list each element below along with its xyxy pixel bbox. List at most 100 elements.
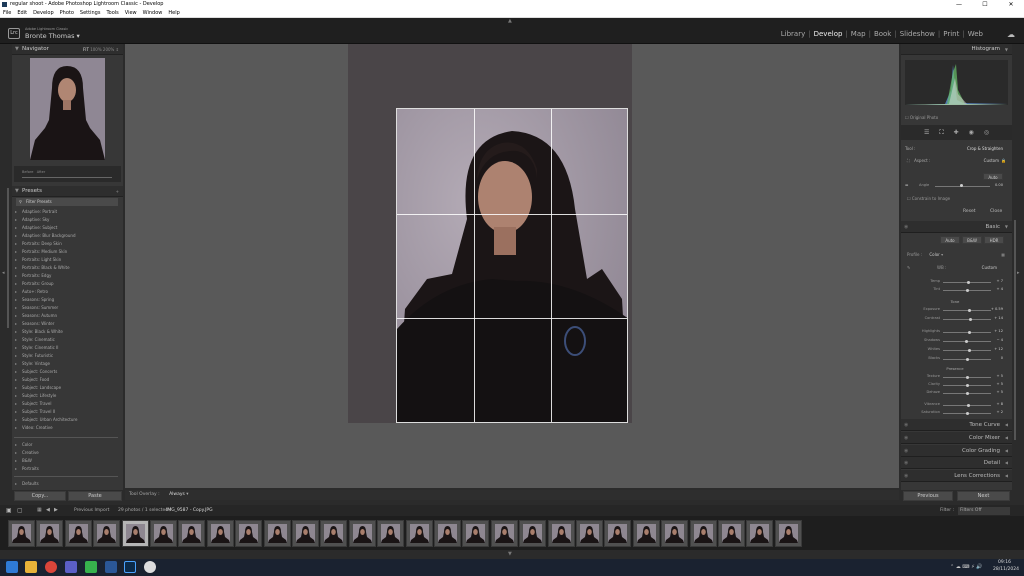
preset-group-item[interactable]: Portraits: Group	[14, 280, 118, 288]
zoom-more-icon[interactable]: ⇕	[116, 47, 119, 52]
cloud-sync-icon[interactable]: ☁	[1007, 30, 1015, 39]
filmstrip-thumbnail[interactable]	[178, 520, 206, 547]
filmstrip-thumbnail[interactable]	[490, 520, 518, 547]
highlights-slider-knob[interactable]	[968, 330, 972, 334]
menu-photo[interactable]: Photo	[60, 9, 74, 17]
preset-group-item[interactable]: Style: Cinematic	[14, 336, 118, 344]
filmstrip-thumbnail[interactable]	[632, 520, 660, 547]
previous-button[interactable]: Previous	[903, 491, 953, 501]
collapse-top-icon[interactable]: ▲	[508, 18, 512, 24]
basic-header[interactable]: ◉ Basic ▼	[901, 221, 1012, 233]
tool-overlay-select[interactable]: Always	[169, 492, 185, 497]
filmstrip-thumbnail[interactable]	[121, 520, 149, 547]
angle-slider-knob[interactable]	[960, 184, 963, 187]
app-icon[interactable]	[144, 561, 156, 573]
shadows-slider-knob[interactable]	[964, 339, 968, 343]
filmstrip-thumbnail[interactable]	[263, 520, 291, 547]
healing-icon[interactable]: ✚	[954, 125, 959, 140]
preset-group-item[interactable]: Seasons: Autumn	[14, 312, 118, 320]
zoom-fit[interactable]: FIT	[83, 47, 89, 52]
preset-group-item[interactable]: Portraits: Edgy	[14, 272, 118, 280]
texture-value[interactable]: + 5	[997, 374, 1003, 378]
user-name[interactable]: Bronte Thomas ▾	[25, 32, 80, 40]
presets-header[interactable]: ▼ Presets +	[12, 186, 123, 197]
exposure-value[interactable]: + 0.59	[991, 307, 1003, 311]
filmstrip-thumbnail[interactable]	[689, 520, 717, 547]
module-book[interactable]: Book	[874, 30, 891, 38]
vibrance-slider-knob[interactable]	[967, 403, 971, 407]
preset-group-item[interactable]: B&W	[14, 457, 118, 465]
menu-settings[interactable]: Settings	[80, 9, 101, 17]
menu-develop[interactable]: Develop	[33, 9, 54, 17]
lock-icon[interactable]: 🔒	[1001, 158, 1006, 163]
preset-group-item[interactable]: Adaptive: Portrait	[14, 208, 118, 216]
preset-group-item[interactable]: Video: Creative	[14, 424, 118, 432]
preset-group-item[interactable]: Subject: Travel	[14, 400, 118, 408]
preset-group-item[interactable]: Subject: Landscape	[14, 384, 118, 392]
whites-value[interactable]: + 12	[994, 347, 1003, 351]
filmstrip-thumbnail[interactable]	[718, 520, 745, 547]
tint-slider-knob[interactable]	[966, 288, 970, 292]
eye-icon[interactable]: ◉	[904, 470, 908, 482]
vibrance-value[interactable]: + 8	[997, 402, 1003, 406]
filmstrip-thumbnail[interactable]	[604, 520, 632, 547]
module-develop[interactable]: Develop	[814, 30, 843, 38]
panel-header-detail[interactable]: ◉ Detail ◀	[901, 457, 1012, 470]
module-web[interactable]: Web	[968, 30, 983, 38]
clock-date[interactable]: 28/11/2024	[993, 567, 1019, 572]
filmstrip-thumbnail[interactable]	[8, 520, 35, 547]
zoom-100[interactable]: 100%	[90, 47, 101, 52]
menu-file[interactable]: File	[3, 9, 11, 17]
close-button[interactable]: ✕	[998, 0, 1024, 9]
preset-group-item[interactable]: Adaptive: Subject	[14, 224, 118, 232]
hdr-button[interactable]: HDR	[984, 236, 1004, 244]
preset-group-item[interactable]: Creative	[14, 449, 118, 457]
preset-group-item[interactable]: Portraits: Medium Skin	[14, 248, 118, 256]
filmstrip-thumbnail[interactable]	[93, 520, 121, 547]
next-button[interactable]: Next	[957, 491, 1010, 501]
menu-tools[interactable]: Tools	[106, 9, 118, 17]
highlights-value[interactable]: + 12	[994, 329, 1003, 333]
grid-icon[interactable]: ▦	[37, 505, 42, 516]
preset-group-item[interactable]: Seasons: Summer	[14, 304, 118, 312]
filmstrip-thumbnail[interactable]	[434, 520, 461, 547]
preset-group-item[interactable]: Style: Vintage	[14, 360, 118, 368]
preset-group-item[interactable]: Portraits: Light Skin	[14, 256, 118, 264]
contrast-slider-knob[interactable]	[968, 317, 972, 321]
panel-header-lens-corrections[interactable]: ◉ Lens Corrections ◀	[901, 470, 1012, 483]
spotify-icon[interactable]	[85, 561, 97, 573]
contrast-slider-track[interactable]	[943, 319, 991, 320]
filmstrip-thumbnail[interactable]	[36, 520, 64, 547]
clarity-value[interactable]: + 5	[997, 382, 1003, 386]
auto-tone-button[interactable]: Auto	[940, 236, 960, 244]
level-icon[interactable]: ▬	[905, 183, 908, 187]
navigator-header[interactable]: ▼ Navigator FIT 100% 200% ⇕	[12, 44, 123, 55]
collapse-right-icon[interactable]: ▸	[1017, 270, 1020, 276]
preset-group-item[interactable]: Subject: Lifestyle	[14, 392, 118, 400]
temp-slider-knob[interactable]	[966, 280, 970, 284]
crop-close-button[interactable]: Close	[990, 209, 1002, 214]
auto-straighten-button[interactable]: Auto	[983, 173, 1003, 180]
filmstrip-filename[interactable]: IMG_9587 - Copy.JPG	[166, 505, 213, 516]
blacks-value[interactable]: 0	[1001, 356, 1003, 360]
temp-value[interactable]: + 7	[997, 279, 1003, 283]
filmstrip-thumbnail[interactable]	[348, 520, 376, 547]
filmstrip-source[interactable]: Previous Import	[74, 505, 109, 516]
filmstrip-thumbnail[interactable]	[519, 520, 547, 547]
left-scrollbar[interactable]	[7, 188, 9, 328]
texture-slider-knob[interactable]	[966, 375, 970, 379]
preset-group-item[interactable]: Subject: Travel II	[14, 408, 118, 416]
system-tray-icons[interactable]: ⌃ ☁ ⌨ ⚡ 🔊	[950, 564, 983, 570]
contrast-value[interactable]: + 14	[994, 316, 1003, 320]
panel-header-color-mixer[interactable]: ◉ Color Mixer ◀	[901, 431, 1012, 444]
preset-group-item[interactable]: Seasons: Winter	[14, 320, 118, 328]
whites-slider-track[interactable]	[943, 350, 991, 351]
filmstrip-thumbnail[interactable]	[377, 520, 405, 547]
saturation-slider-knob[interactable]	[965, 411, 969, 415]
histogram-graph[interactable]	[905, 60, 1008, 105]
eye-icon[interactable]: ◉	[904, 445, 908, 457]
filter-presets-input[interactable]: ⚲ Filter Presets	[16, 198, 118, 206]
file-explorer-icon[interactable]	[25, 561, 37, 573]
zoom-200[interactable]: 200%	[103, 47, 114, 52]
tint-value[interactable]: + 4	[997, 287, 1003, 291]
